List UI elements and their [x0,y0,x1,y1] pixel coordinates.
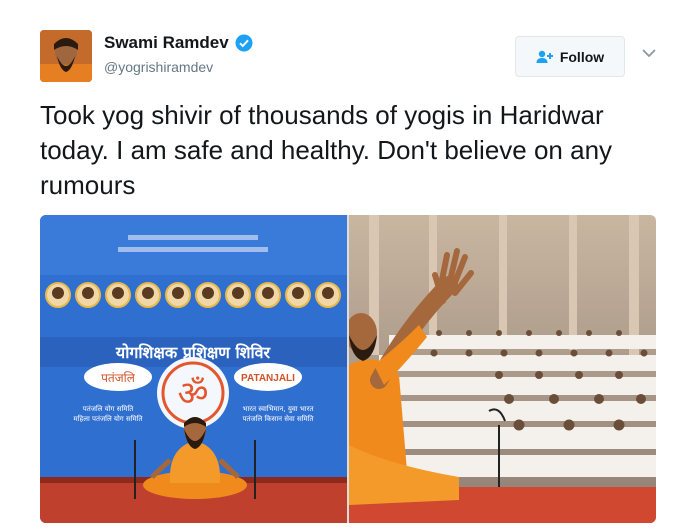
display-name[interactable]: Swami Ramdev [104,33,229,53]
banner-right-logo: PATANJALI [241,373,295,384]
follow-label: Follow [559,48,605,65]
banner-left-line1: पतंजलि योग समिति [83,404,135,413]
banner-right-line1: भारत स्वाभिमान, युवा भारत [243,404,315,413]
banner-left-line2: महिला पतंजलि योग समिति [73,414,143,423]
banner-right-line2: पतंजलि किसान सेवा समिति [243,414,315,423]
user-handle[interactable]: @yogrishiramdev [104,59,253,75]
chevron-down-icon[interactable] [640,46,658,60]
tweet-media[interactable]: योगशिक्षक प्रशिक्षण शिविर पतंजलि PATANJA… [40,215,656,523]
media-photo-crowd[interactable] [349,215,656,523]
banner-left-logo: पतंजलि [101,371,136,385]
avatar[interactable] [40,30,92,82]
follow-button[interactable]: Follow [515,36,625,77]
avatar-image [40,30,92,82]
verified-badge-icon [235,34,253,52]
media-photo-stage[interactable]: योगशिक्षक प्रशिक्षण शिविर पतंजलि PATANJA… [40,215,347,523]
tweet-text: Took yog shivir of thousands of yogis in… [40,100,613,200]
tweet-author: Swami Ramdev @yogrishiramdev [104,33,253,75]
svg-text:ॐ: ॐ [177,374,208,414]
add-user-icon [536,50,554,64]
